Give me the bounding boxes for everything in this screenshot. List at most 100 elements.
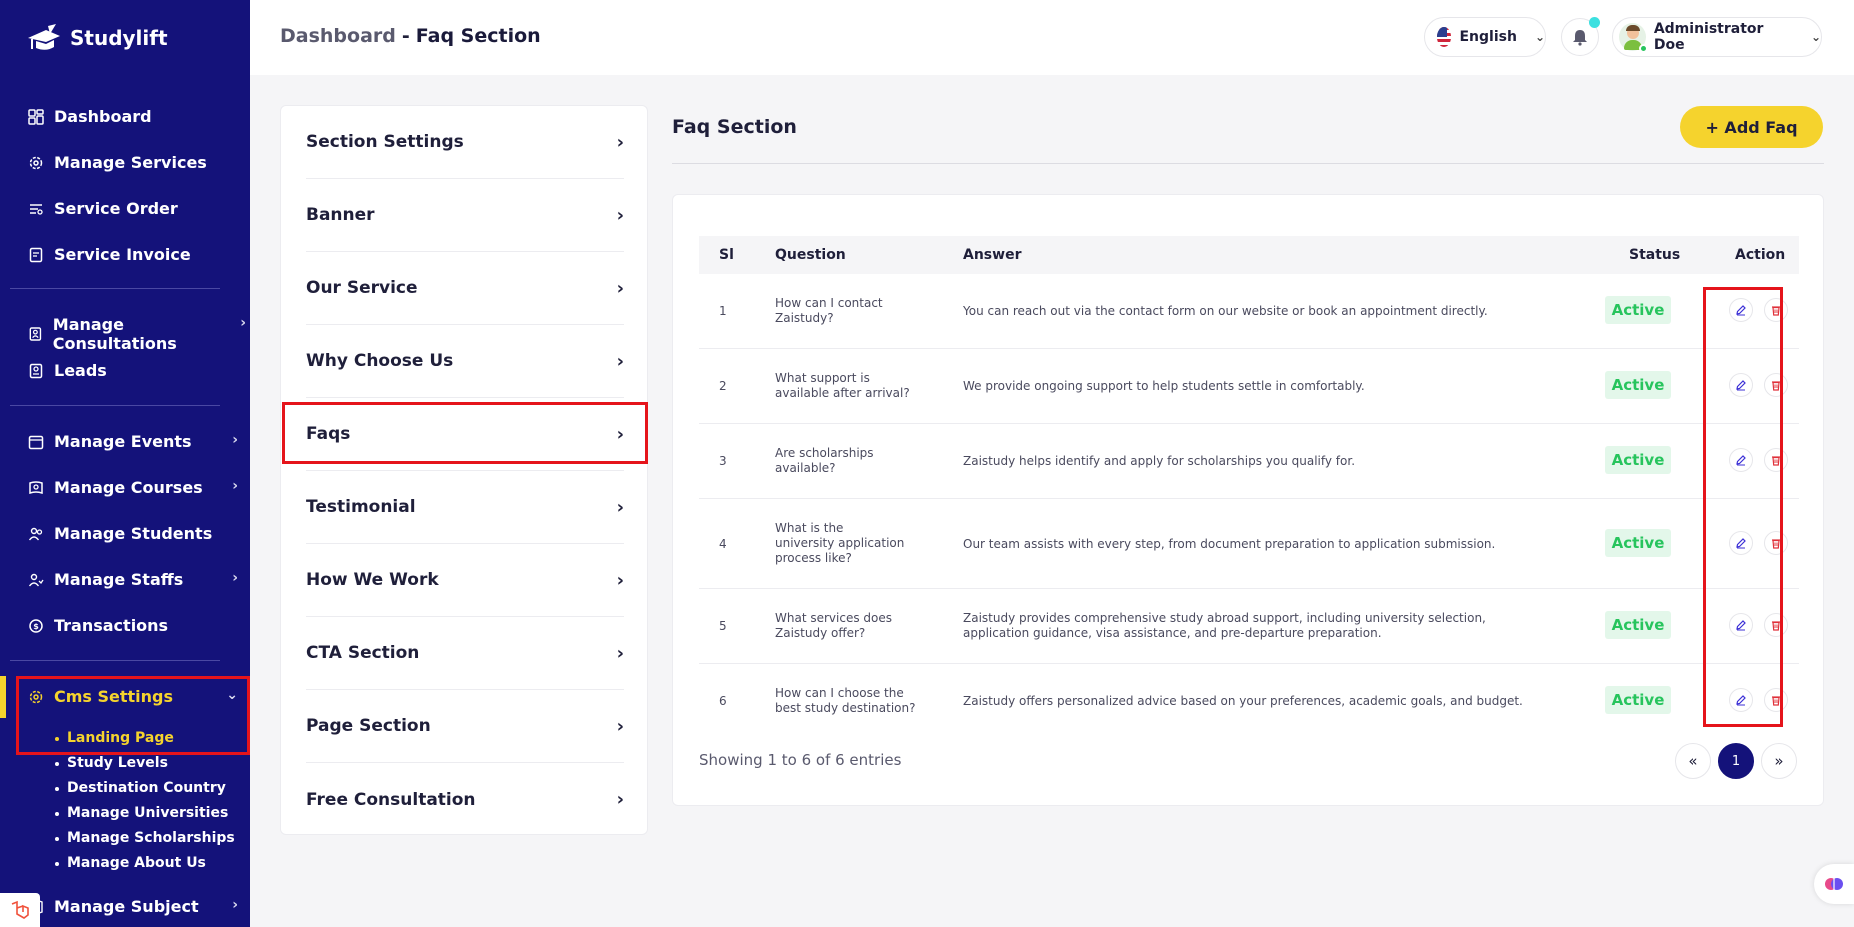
sidebar-item-manage-events[interactable]: Manage Events ›: [28, 432, 238, 451]
sidebar-item-label: Manage Subject: [54, 897, 199, 916]
language-selector[interactable]: English ⌄: [1424, 17, 1546, 57]
column-header-sl: Sl: [719, 247, 734, 263]
brain-icon: [1825, 878, 1843, 890]
breadcrumb-current: Faq Section: [415, 25, 541, 47]
chevron-right-icon: ›: [616, 789, 624, 810]
section-menu-item-how-we-work[interactable]: How We Work ›: [306, 544, 624, 617]
sidebar-item-label: Manage Students: [54, 524, 213, 543]
cell-sl: 3: [719, 454, 727, 468]
status-badge: Active: [1605, 371, 1671, 399]
pagination-page-button[interactable]: 1: [1718, 743, 1754, 779]
sidebar-item-transactions[interactable]: $ Transactions: [28, 616, 238, 635]
section-menu-item-page-section[interactable]: Page Section ›: [306, 690, 624, 763]
cell-question: How can I contact Zaistudy?: [775, 296, 883, 325]
section-menu-label: Testimonial: [306, 497, 416, 517]
section-menu-item-our-service[interactable]: Our Service ›: [306, 252, 624, 325]
cell-sl: 5: [719, 619, 727, 633]
sidebar-item-service-order[interactable]: Service Order: [28, 199, 238, 218]
cell-answer: Zaistudy helps identify and apply for sc…: [963, 454, 1356, 468]
sidebar-divider: [10, 288, 220, 289]
table-row: 3 Are scholarships available? Zaistudy h…: [699, 424, 1799, 499]
chevron-right-icon: ›: [616, 569, 624, 591]
calendar-icon: [28, 435, 44, 449]
section-menu-label: How We Work: [306, 570, 439, 590]
section-menu-item-why-choose-us[interactable]: Why Choose Us ›: [306, 325, 624, 398]
pagination-next-button[interactable]: »: [1761, 743, 1797, 779]
status-badge: Active: [1605, 446, 1671, 474]
highlight-box: [282, 402, 648, 464]
section-menu-item-free-consultation[interactable]: Free Consultation ›: [306, 763, 624, 836]
chevron-right-icon: ›: [616, 715, 624, 737]
section-menu-item-section-settings[interactable]: Section Settings ›: [306, 106, 624, 179]
status-badge: Active: [1605, 611, 1671, 639]
cell-sl: 2: [719, 379, 727, 393]
laravel-logo-icon: [11, 900, 29, 919]
sidebar-item-leads[interactable]: Leads: [28, 361, 238, 380]
language-label: English: [1459, 29, 1517, 45]
section-menu-item-cta-section[interactable]: CTA Section ›: [306, 617, 624, 690]
brand[interactable]: Studylift: [26, 22, 168, 54]
sidebar-item-manage-students[interactable]: Manage Students: [28, 524, 238, 543]
sidebar-item-manage-courses[interactable]: Manage Courses ›: [28, 478, 238, 497]
pagination-prev-button[interactable]: «: [1675, 743, 1711, 779]
sidebar-item-manage-consultations[interactable]: Manage Consultations ›: [28, 315, 246, 353]
notification-button[interactable]: [1561, 17, 1600, 56]
cell-question: How can I choose the best study destinat…: [775, 686, 916, 715]
section-menu-item-banner[interactable]: Banner ›: [306, 179, 624, 252]
status-badge: Active: [1605, 529, 1671, 557]
cell-answer: We provide ongoing support to help stude…: [963, 379, 1365, 393]
table-row: 4 What is the university application pro…: [699, 499, 1799, 589]
sidebar-item-manage-staffs[interactable]: Manage Staffs ›: [28, 570, 238, 589]
table-row: 1 How can I contact Zaistudy? You can re…: [699, 274, 1799, 349]
assistant-button[interactable]: [1814, 864, 1854, 904]
cell-sl: 6: [719, 694, 727, 708]
user-menu[interactable]: Administrator Doe ⌄: [1612, 17, 1822, 57]
cell-sl: 4: [719, 537, 727, 551]
cell-answer: You can reach out via the contact form o…: [963, 304, 1488, 318]
submenu-item-manage-about-us[interactable]: Manage About Us: [55, 851, 235, 876]
brand-name: Studylift: [70, 26, 168, 50]
transactions-icon: $: [29, 618, 43, 633]
sidebar-item-service-invoice[interactable]: Service Invoice: [28, 245, 238, 264]
sidebar-item-label: Service Invoice: [54, 245, 191, 264]
add-faq-button[interactable]: + Add Faq: [1680, 106, 1823, 148]
sidebar-item-manage-services[interactable]: Manage Services: [28, 153, 238, 172]
sidebar-item-label: Dashboard: [54, 107, 152, 126]
chevron-right-icon: ›: [616, 131, 624, 153]
sidebar-item-manage-subject[interactable]: Manage Subject ›: [28, 897, 238, 916]
breadcrumb-root[interactable]: Dashboard: [280, 25, 396, 47]
table-row: 5 What services does Zaistudy offer? Zai…: [699, 589, 1799, 664]
chevron-right-icon: ›: [232, 897, 238, 913]
table-entries-info: Showing 1 to 6 of 6 entries: [699, 751, 902, 769]
sidebar-item-label: Manage Events: [54, 432, 192, 451]
sidebar-item-dashboard[interactable]: Dashboard: [28, 107, 238, 126]
top-header: Dashboard - Faq Section English ⌄ Administ…: [250, 0, 1854, 75]
gear-icon: [29, 156, 43, 169]
cell-answer: Zaistudy offers personalized advice base…: [963, 694, 1523, 708]
invoice-icon: [29, 247, 43, 262]
cell-question: What support is available after arrival?: [775, 371, 910, 400]
laravel-icon[interactable]: [0, 893, 40, 927]
sidebar-item-label: Leads: [54, 361, 107, 380]
avatar: [1619, 23, 1648, 53]
chevron-right-icon: ›: [616, 350, 624, 372]
sidebar-divider: [10, 405, 220, 406]
sidebar-item-label: Service Order: [54, 199, 178, 218]
page-title: Faq Section: [672, 116, 797, 138]
submenu-item-manage-universities[interactable]: Manage Universities: [55, 801, 235, 826]
section-menu-item-testimonial[interactable]: Testimonial ›: [306, 471, 624, 544]
sidebar-item-label: Manage Consultations: [52, 315, 177, 353]
submenu-item-manage-scholarships[interactable]: Manage Scholarships: [55, 826, 235, 851]
column-header-action: Action: [1735, 247, 1786, 263]
section-menu-label: Free Consultation: [306, 789, 476, 810]
us-flag-icon: [1437, 27, 1452, 47]
table-row: 6 How can I choose the best study destin…: [699, 664, 1799, 739]
submenu-item-destination-country[interactable]: Destination Country: [55, 776, 235, 801]
cell-answer: Our team assists with every step, from d…: [963, 537, 1496, 551]
faq-table-card: Sl Question Answer Status Action 1 How c…: [672, 194, 1824, 806]
sidebar-item-label: Transactions: [54, 616, 169, 635]
chevron-right-icon: ›: [240, 315, 246, 331]
active-indicator: [0, 676, 6, 718]
highlight-box: [16, 676, 250, 755]
consultation-icon: [29, 327, 42, 341]
